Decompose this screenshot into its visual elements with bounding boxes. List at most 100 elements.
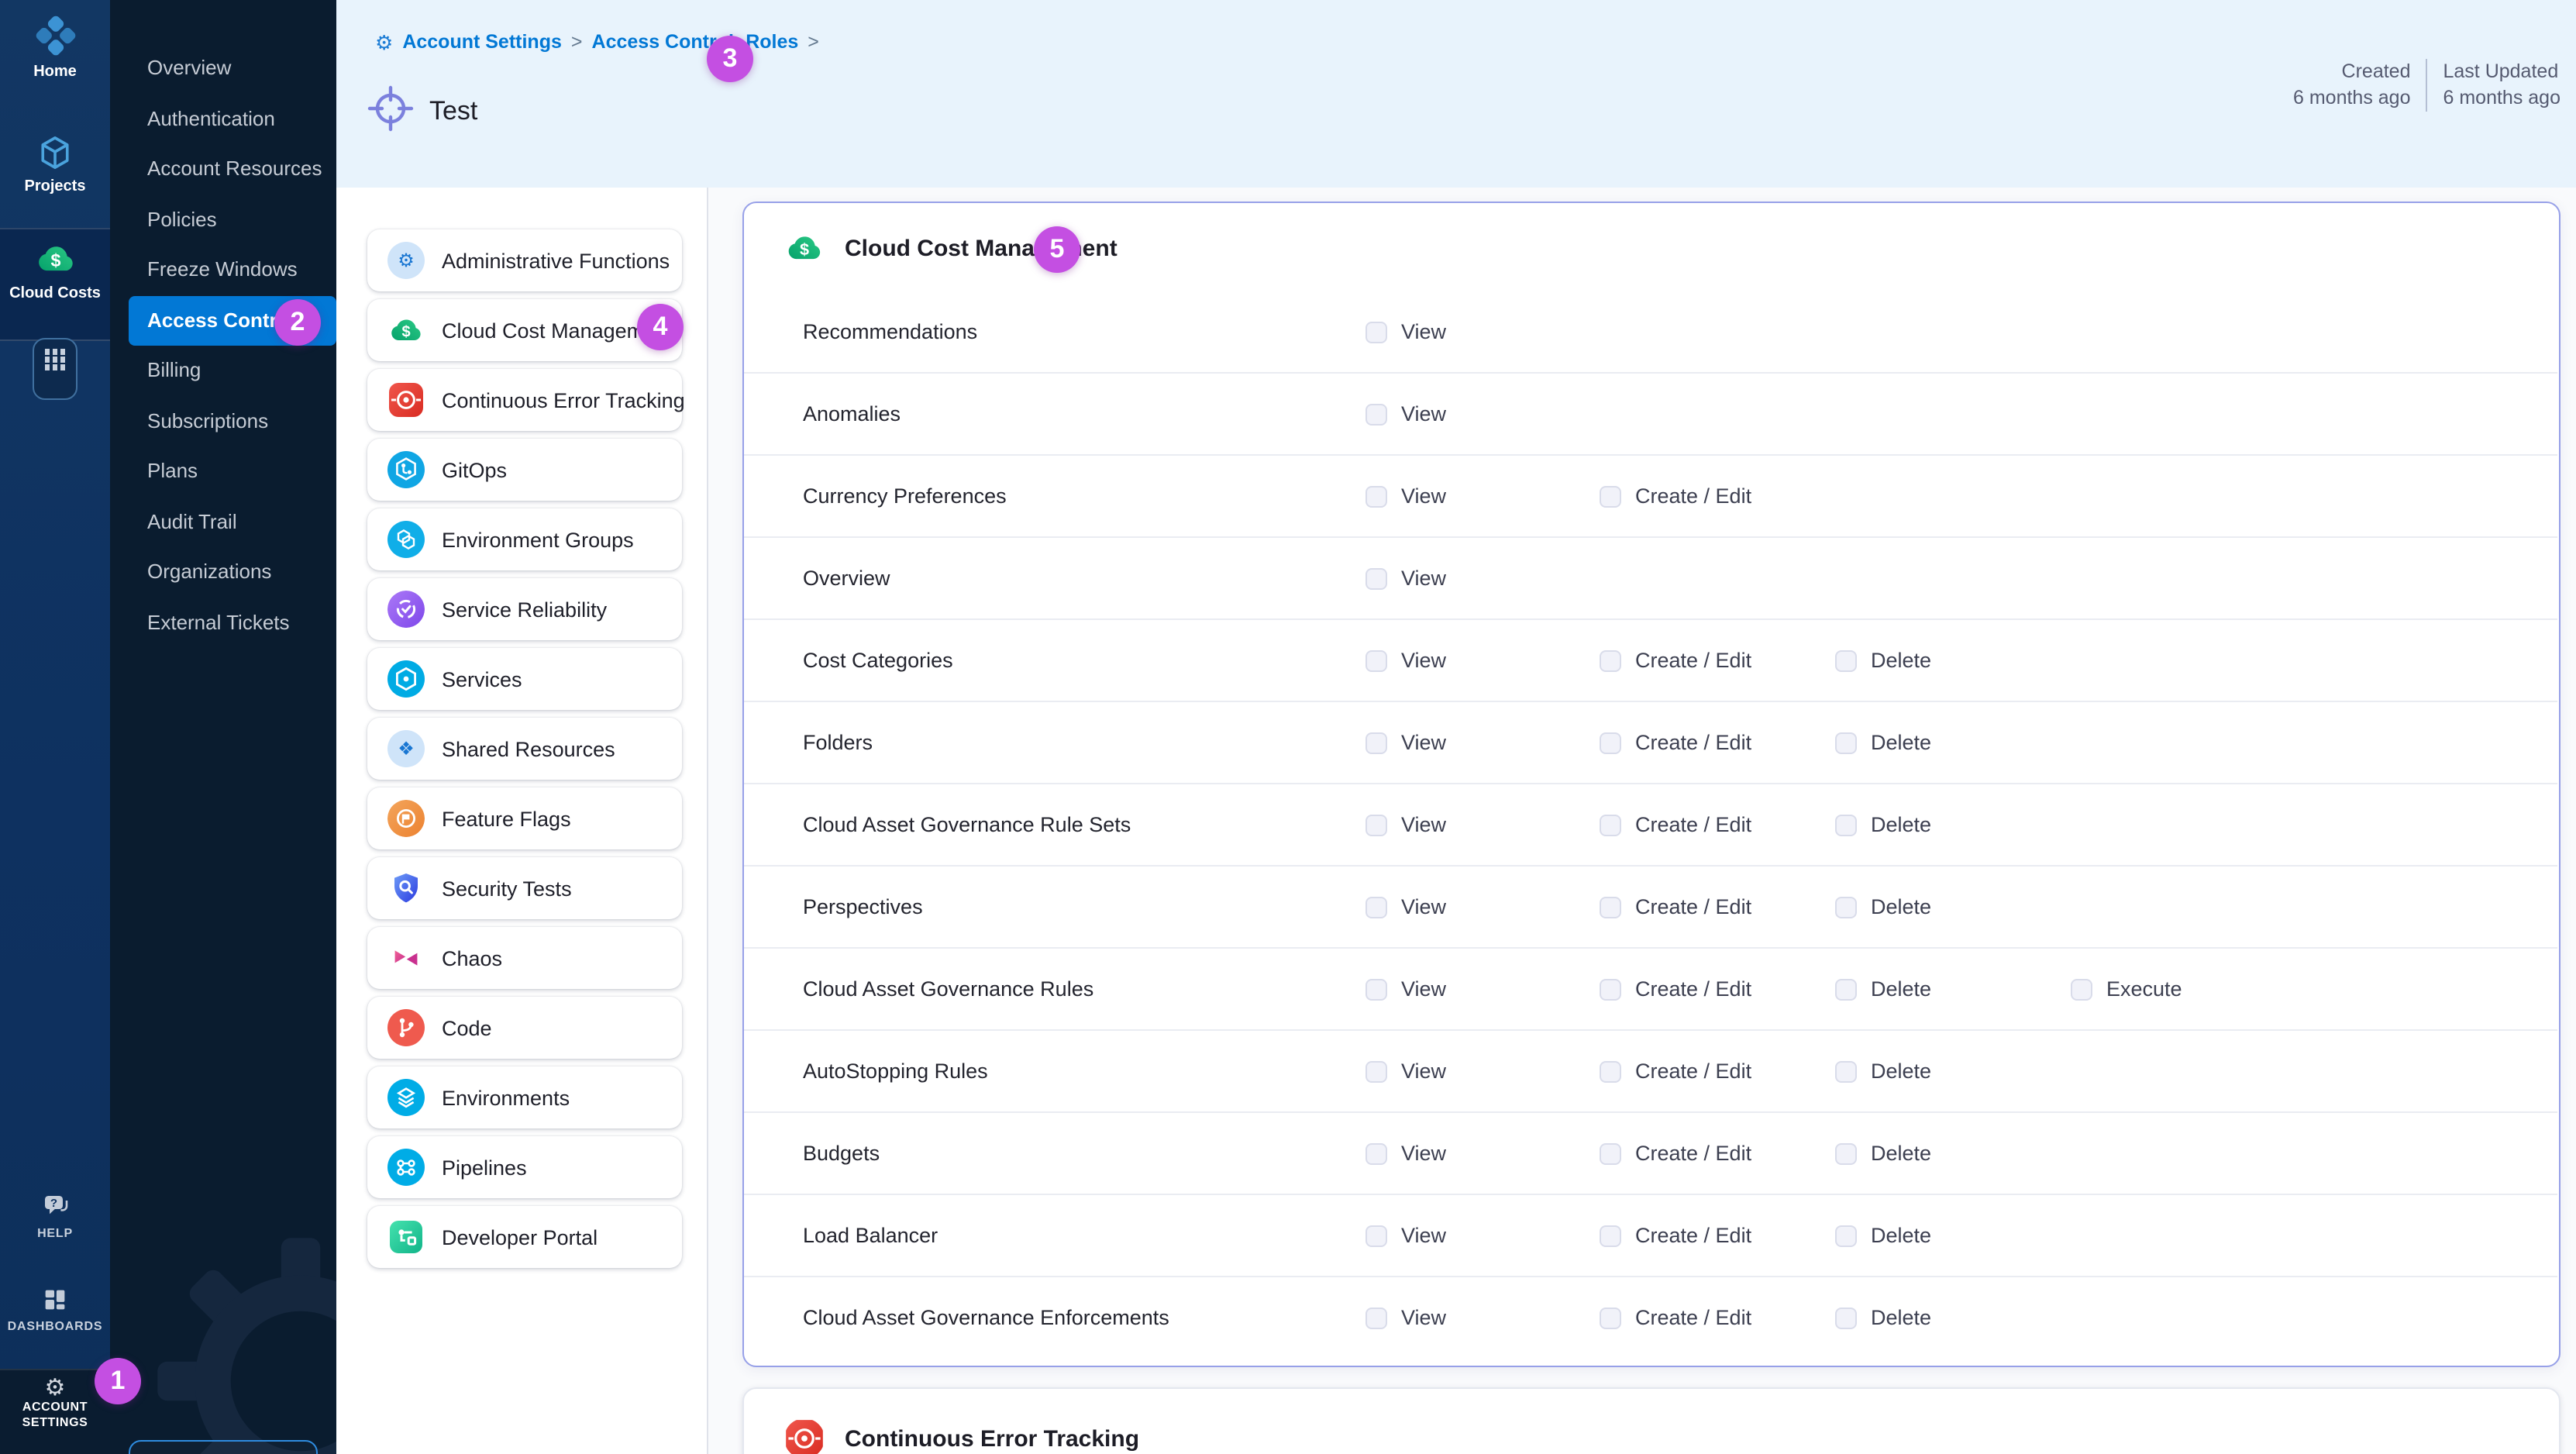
checkbox-delete[interactable] — [1835, 1142, 1857, 1164]
checkbox-create_edit[interactable] — [1600, 896, 1621, 918]
sidebar-item-organizations[interactable]: Organizations — [110, 547, 336, 598]
rail-item-label: Cloud Costs — [0, 285, 110, 302]
checkbox-create_edit[interactable] — [1600, 1142, 1621, 1164]
checkbox-view[interactable] — [1365, 485, 1387, 507]
sidebar-bottom-button[interactable] — [129, 1440, 318, 1454]
permission-label: View — [1401, 731, 1446, 754]
rail-item-account-settings[interactable]: ⚙ ACCOUNT SETTINGS — [0, 1376, 110, 1431]
module-card-label: Security Tests — [442, 877, 572, 900]
checkbox-delete[interactable] — [1835, 814, 1857, 836]
sidebar-item-account-resources[interactable]: Account Resources — [110, 144, 336, 195]
permission-cell-view: View — [1365, 1059, 1446, 1083]
permission-row-recommendations: RecommendationsView — [744, 291, 2557, 374]
module-card-pipelines[interactable]: Pipelines — [367, 1136, 682, 1198]
checkbox-view[interactable] — [1365, 403, 1387, 425]
checkbox-view[interactable] — [1365, 1307, 1387, 1328]
module-card-shared-resources[interactable]: ❖Shared Resources — [367, 718, 682, 780]
checkbox-view[interactable] — [1365, 1060, 1387, 1082]
permission-label: View — [1401, 484, 1446, 508]
module-card-gitops[interactable]: GitOps — [367, 439, 682, 501]
module-card-environment-groups[interactable]: Environment Groups — [367, 508, 682, 570]
sidebar-item-billing[interactable]: Billing — [110, 346, 336, 396]
crosshair-icon — [363, 81, 418, 144]
checkbox-view[interactable] — [1365, 1225, 1387, 1246]
checkbox-view[interactable] — [1365, 321, 1387, 343]
grid-icon — [34, 349, 76, 370]
checkbox-view[interactable] — [1365, 649, 1387, 671]
sidebar-item-policies[interactable]: Policies — [110, 195, 336, 245]
sidebar-item-subscriptions[interactable]: Subscriptions — [110, 396, 336, 446]
rail-item-home[interactable]: Home — [0, 12, 110, 81]
meta-divider — [2426, 59, 2428, 112]
app-window: Home Projects $ Cloud Costs — [0, 0, 2576, 1454]
annotation-badge-4: 4 — [637, 304, 684, 350]
sidebar-item-authentication[interactable]: Authentication — [110, 94, 336, 144]
module-card-continuous-error-tracking[interactable]: Continuous Error Tracking — [367, 369, 682, 431]
checkbox-view[interactable] — [1365, 978, 1387, 1000]
permission-label: Create / Edit — [1635, 813, 1751, 836]
module-card-services[interactable]: Services — [367, 648, 682, 710]
sidebar-item-plans[interactable]: Plans — [110, 446, 336, 497]
page-header: ⚙ Account Settings > Access Control: Rol… — [336, 0, 2576, 188]
checkbox-create_edit[interactable] — [1600, 732, 1621, 753]
checkbox-view[interactable] — [1365, 896, 1387, 918]
permission-label: Delete — [1871, 813, 1931, 836]
permissions-card: $ Cloud Cost Management RecommendationsV… — [742, 202, 2561, 1367]
checkbox-delete[interactable] — [1835, 1225, 1857, 1246]
module-card-label: Administrative Functions — [442, 249, 670, 272]
sidebar-item-freeze-windows[interactable]: Freeze Windows — [110, 245, 336, 295]
permission-cell-create_edit: Create / Edit — [1600, 649, 1751, 672]
module-card-security-tests[interactable]: Security Tests — [367, 857, 682, 919]
pipelines-icon — [387, 1149, 425, 1186]
module-card-administrative-functions[interactable]: ⚙Administrative Functions — [367, 229, 682, 291]
rail-item-dashboards[interactable]: DASHBOARDS — [0, 1285, 110, 1333]
permission-label: Create / Edit — [1635, 895, 1751, 918]
checkbox-create_edit[interactable] — [1600, 649, 1621, 671]
module-card-label: Environment Groups — [442, 528, 634, 551]
sidebar-item-external-tickets[interactable]: External Tickets — [110, 598, 336, 648]
checkbox-delete[interactable] — [1835, 732, 1857, 753]
checkbox-delete[interactable] — [1835, 1060, 1857, 1082]
checkbox-delete[interactable] — [1835, 978, 1857, 1000]
sidebar-item-audit-trail[interactable]: Audit Trail — [110, 497, 336, 547]
checkbox-create_edit[interactable] — [1600, 1225, 1621, 1246]
checkbox-create_edit[interactable] — [1600, 978, 1621, 1000]
checkbox-delete[interactable] — [1835, 896, 1857, 918]
module-card-code[interactable]: Code — [367, 997, 682, 1059]
checkbox-view[interactable] — [1365, 567, 1387, 589]
module-card-chaos[interactable]: Chaos — [367, 927, 682, 989]
checkbox-create_edit[interactable] — [1600, 1307, 1621, 1328]
module-card-developer-portal[interactable]: Developer Portal — [367, 1206, 682, 1268]
module-rail: Home Projects $ Cloud Costs — [0, 0, 110, 1454]
resource-label: Overview — [803, 567, 890, 590]
breadcrumb-account-settings[interactable]: Account Settings — [402, 31, 562, 53]
module-card-service-reliability[interactable]: Service Reliability — [367, 578, 682, 640]
rail-item-help[interactable]: ? HELP — [0, 1190, 110, 1240]
checkbox-view[interactable] — [1365, 1142, 1387, 1164]
sidebar-item-overview[interactable]: Overview — [110, 43, 336, 94]
permission-label: Create / Edit — [1635, 484, 1751, 508]
checkbox-delete[interactable] — [1835, 649, 1857, 671]
rail-item-projects[interactable]: Projects — [0, 132, 110, 195]
breadcrumb-access-control-roles[interactable]: Access Control: Roles — [592, 31, 799, 53]
annotation-badge-5: 5 — [1034, 226, 1080, 273]
module-card-cloud-cost-management[interactable]: $Cloud Cost Management — [367, 299, 682, 361]
checkbox-create_edit[interactable] — [1600, 814, 1621, 836]
checkbox-create_edit[interactable] — [1600, 485, 1621, 507]
module-card-environments[interactable]: Environments — [367, 1066, 682, 1128]
module-card-feature-flags[interactable]: Feature Flags — [367, 787, 682, 849]
permission-row-autostopping-rules: AutoStopping RulesViewCreate / EditDelet… — [744, 1031, 2557, 1113]
checkbox-execute[interactable] — [2071, 978, 2092, 1000]
checkbox-view[interactable] — [1365, 814, 1387, 836]
permission-cell-view: View — [1365, 320, 1446, 343]
rail-item-label: SETTINGS — [0, 1415, 110, 1431]
module-picker-button[interactable] — [33, 338, 77, 400]
permission-cell-delete: Delete — [1835, 1224, 1931, 1247]
resource-label: Cloud Asset Governance Rule Sets — [803, 813, 1131, 836]
checkbox-view[interactable] — [1365, 732, 1387, 753]
rail-item-cloud-costs[interactable]: $ Cloud Costs — [0, 237, 110, 302]
module-card-label: Feature Flags — [442, 807, 571, 830]
annotation-badge-2: 2 — [274, 299, 321, 346]
checkbox-create_edit[interactable] — [1600, 1060, 1621, 1082]
checkbox-delete[interactable] — [1835, 1307, 1857, 1328]
